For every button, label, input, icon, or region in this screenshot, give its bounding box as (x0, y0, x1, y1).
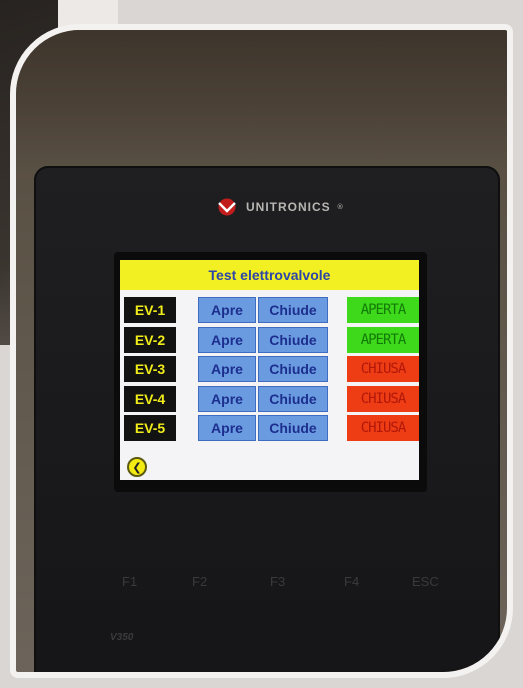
valve-status-indicator: APERTA (347, 326, 419, 353)
open-valve-button[interactable]: Apre (198, 356, 256, 382)
function-key-f4[interactable]: F4 (344, 574, 359, 589)
brand-name: UNITRONICS (246, 200, 331, 214)
screen-title: Test elettrovalvole (120, 260, 419, 290)
open-valve-button[interactable]: Apre (198, 415, 256, 441)
function-key-row: F1 F2 F3 F4 ESC (34, 574, 500, 594)
valve-label: EV-5 (124, 415, 176, 441)
brand-registered-mark: ® (336, 203, 344, 211)
close-valve-button[interactable]: Chiude (258, 297, 328, 323)
function-key-f3[interactable]: F3 (270, 574, 285, 589)
valve-label: EV-3 (124, 356, 176, 382)
valve-status-indicator: CHIUSA (347, 385, 419, 412)
valve-label: EV-4 (124, 385, 176, 412)
model-label: V350 (110, 632, 134, 643)
back-arrow-icon: ❮ (132, 460, 142, 474)
unitronics-logo-icon (218, 198, 236, 216)
function-key-f1[interactable]: F1 (122, 574, 137, 589)
close-valve-button[interactable]: Chiude (258, 385, 328, 412)
hmi-panel: UNITRONICS ® Test elettrovalvole EV-1 Apre… (34, 166, 500, 672)
back-button[interactable]: ❮ (127, 457, 147, 477)
close-valve-button[interactable]: Chiude (258, 326, 328, 353)
close-valve-button[interactable]: Chiude (258, 415, 328, 441)
screen-bezel: Test elettrovalvole EV-1 Apre Chiude APERTA… (114, 252, 427, 492)
open-valve-button[interactable]: Apre (198, 385, 256, 412)
valve-status-indicator: CHIUSA (347, 415, 419, 441)
open-valve-button[interactable]: Apre (198, 326, 256, 353)
valve-status-indicator: CHIUSA (347, 356, 419, 382)
close-valve-button[interactable]: Chiude (258, 356, 328, 382)
touch-screen: Test elettrovalvole EV-1 Apre Chiude APERTA… (120, 260, 419, 480)
function-key-esc[interactable]: ESC (412, 574, 439, 589)
wall-shadow (16, 30, 507, 170)
brand-logo: UNITRONICS ® (214, 198, 344, 216)
function-key-f2[interactable]: F2 (192, 574, 207, 589)
photo-frame: UNITRONICS ® Test elettrovalvole EV-1 Apre… (10, 24, 513, 678)
valve-label: EV-1 (124, 297, 176, 323)
valve-status-indicator: APERTA (347, 297, 419, 323)
open-valve-button[interactable]: Apre (198, 297, 256, 323)
valve-label: EV-2 (124, 326, 176, 353)
